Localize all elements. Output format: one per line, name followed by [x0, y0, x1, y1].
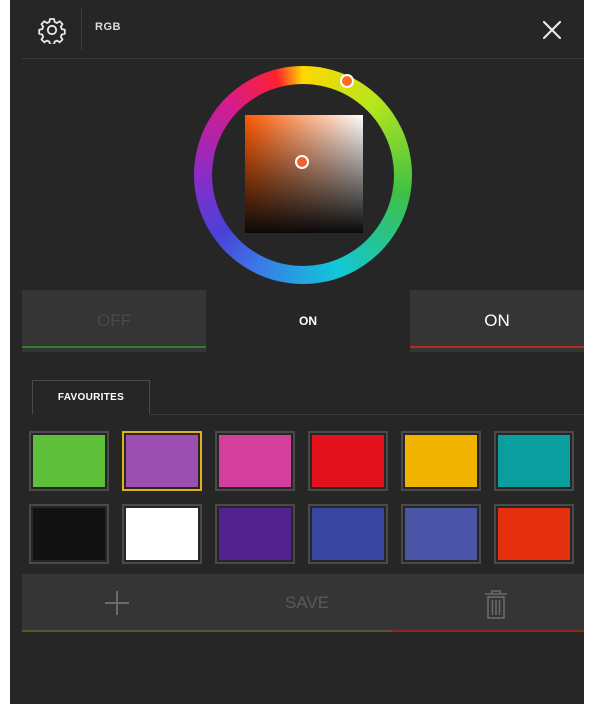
action-underline-left	[22, 630, 392, 632]
favourites-rule	[150, 414, 584, 415]
favourite-swatch-color	[312, 435, 384, 487]
favourite-swatch-color	[126, 508, 198, 560]
on-button[interactable]: ON	[410, 290, 584, 352]
header-bar: RGB	[10, 0, 584, 59]
close-icon	[542, 20, 562, 40]
favourite-swatch-color	[405, 435, 477, 487]
favourite-swatches	[29, 431, 579, 567]
favourite-swatch[interactable]	[401, 504, 481, 564]
favourite-swatch[interactable]	[308, 431, 388, 491]
favourite-swatch[interactable]	[494, 431, 574, 491]
trash-icon	[485, 590, 507, 619]
action-bar: SAVE	[22, 574, 584, 632]
delete-favourite-button[interactable]	[484, 590, 508, 620]
favourite-swatch[interactable]	[308, 504, 388, 564]
header-divider	[81, 8, 82, 50]
favourite-swatch-color	[405, 508, 477, 560]
save-button[interactable]: SAVE	[252, 574, 362, 632]
favourite-swatch[interactable]	[215, 431, 295, 491]
favourite-swatch-color	[219, 508, 291, 560]
saturation-square[interactable]	[245, 115, 363, 233]
plus-icon	[105, 591, 129, 615]
settings-button[interactable]	[24, 10, 80, 50]
favourite-swatch[interactable]	[122, 504, 202, 564]
gear-icon	[38, 18, 66, 44]
favourite-swatch-color	[312, 508, 384, 560]
favourite-swatch-color	[33, 508, 105, 560]
action-underline-right	[392, 630, 584, 632]
favourite-swatch-color	[498, 435, 570, 487]
off-button[interactable]: OFF	[22, 290, 206, 352]
favourite-swatch[interactable]	[29, 504, 109, 564]
favourite-swatch-color	[126, 435, 198, 487]
rgb-panel: RGB OFF ON ON FAVOURITES SAVE	[10, 0, 584, 704]
tab-favourites[interactable]: FAVOURITES	[32, 380, 150, 414]
saturation-handle[interactable]	[295, 155, 309, 169]
on-label: ON	[484, 311, 510, 330]
off-underline	[22, 346, 206, 348]
favourite-swatch-color	[33, 435, 105, 487]
off-label: OFF	[97, 311, 131, 330]
power-status: ON	[206, 290, 410, 352]
power-toggles: OFF ON ON	[22, 290, 584, 352]
header-rule	[22, 58, 584, 59]
panel-title: RGB	[95, 21, 121, 33]
favourite-swatch-color	[498, 508, 570, 560]
add-favourite-button[interactable]	[102, 588, 132, 618]
favourite-swatch-color	[219, 435, 291, 487]
close-button[interactable]	[538, 16, 566, 44]
power-status-label: ON	[299, 314, 317, 328]
favourite-swatch[interactable]	[29, 431, 109, 491]
favourite-swatch[interactable]	[401, 431, 481, 491]
color-picker	[194, 66, 412, 284]
hue-handle[interactable]	[340, 74, 354, 88]
on-underline	[410, 346, 584, 348]
favourite-swatch[interactable]	[122, 431, 202, 491]
tab-favourites-label: FAVOURITES	[57, 392, 125, 403]
favourite-swatch[interactable]	[494, 504, 574, 564]
favourite-swatch[interactable]	[215, 504, 295, 564]
